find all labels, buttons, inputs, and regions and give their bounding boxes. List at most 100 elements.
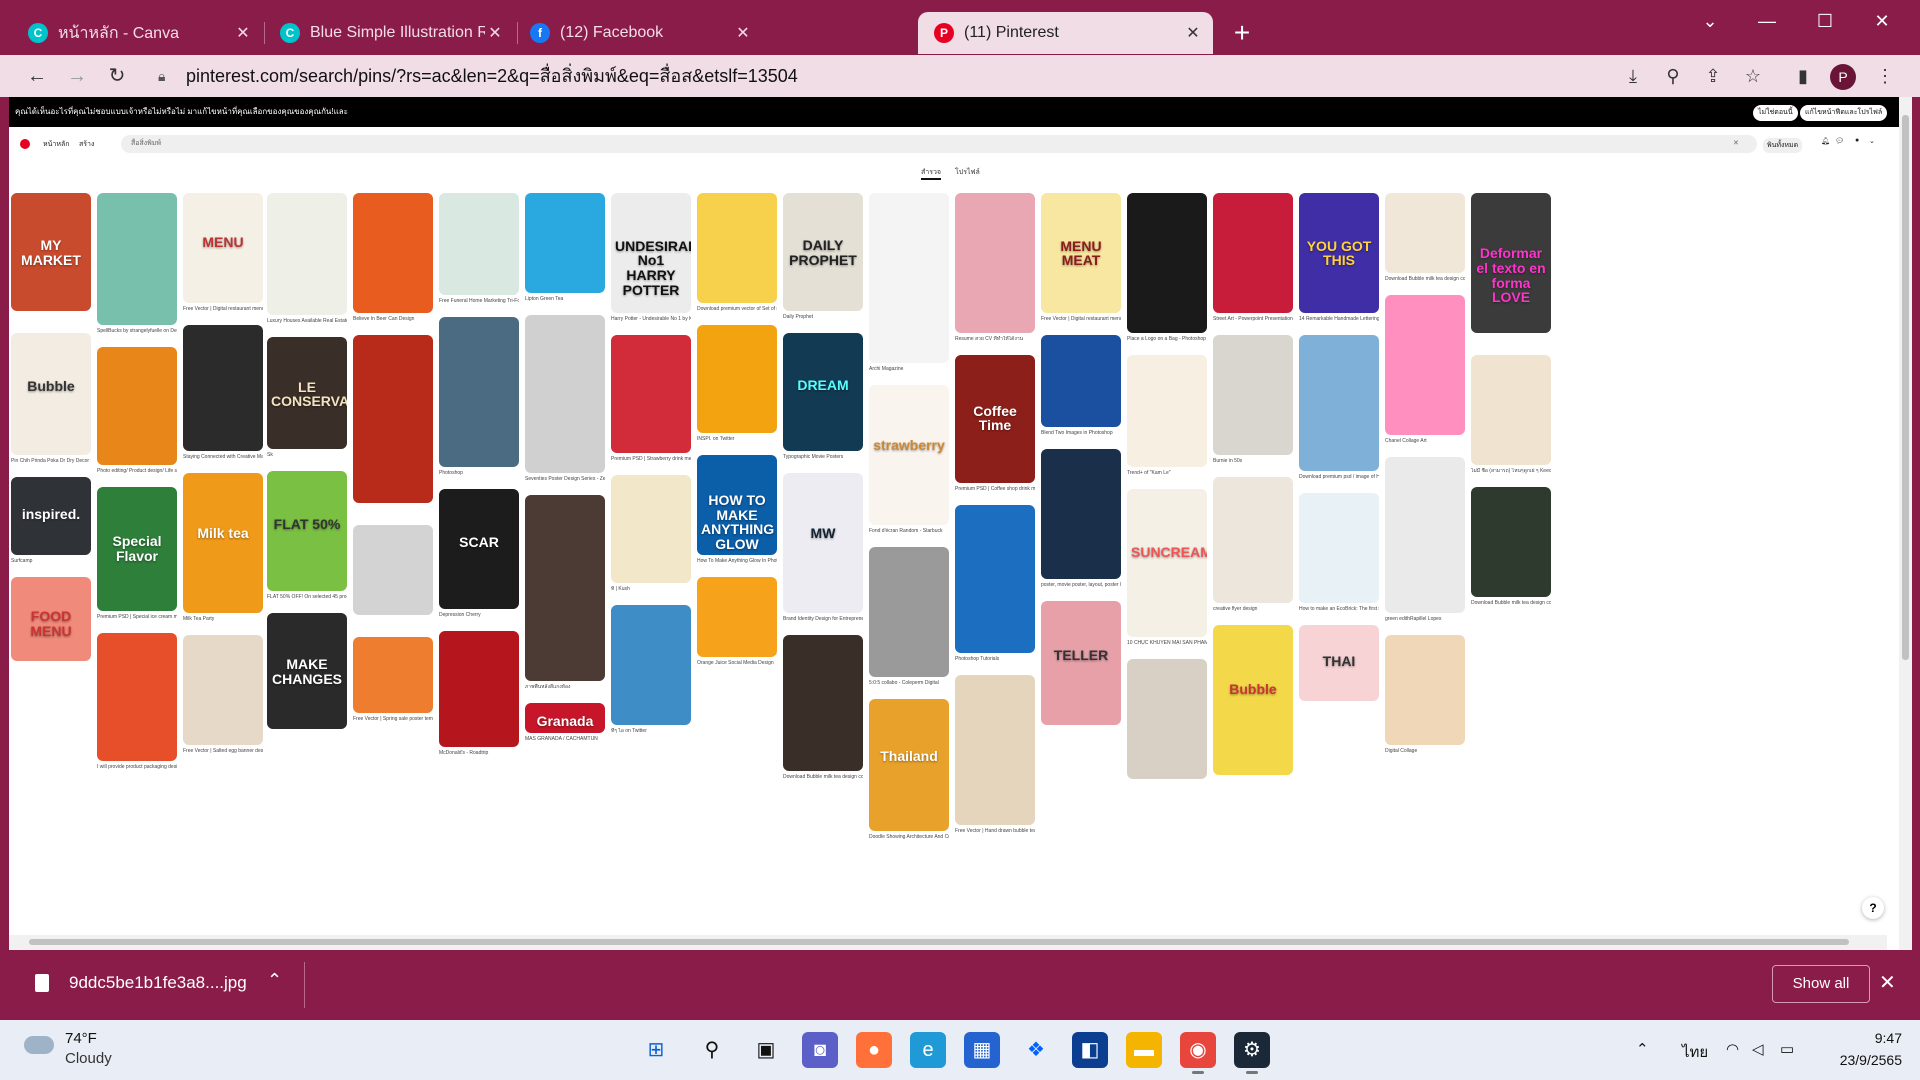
pin-card[interactable]: DAILY PROPHET xyxy=(783,193,863,311)
scrollbar-thumb[interactable] xyxy=(1902,115,1909,660)
tab-explore[interactable]: สำรวจ xyxy=(921,167,941,180)
pin-caption[interactable]: Photoshop xyxy=(439,470,519,476)
close-window-button[interactable]: ✕ xyxy=(1857,8,1907,34)
close-icon[interactable]: ✕ xyxy=(1879,970,1896,995)
clear-search-icon[interactable]: ✕ xyxy=(1733,135,1739,153)
pin-card[interactable] xyxy=(1127,355,1207,467)
pin-card[interactable]: SUNCREAM xyxy=(1127,489,1207,637)
pin-card[interactable]: strawberry xyxy=(869,385,949,525)
pin-card[interactable]: MY MARKET xyxy=(11,193,91,311)
search-input[interactable]: สื่อสิ่งพิมพ์ ✕ xyxy=(121,135,1757,153)
tab-canva-design[interactable]: C Blue Simple Illustration Romance ✕ xyxy=(270,12,515,54)
pin-card[interactable]: Bubble xyxy=(11,333,91,455)
pin-caption[interactable]: Download Bubble milk tea design collecti… xyxy=(1385,276,1465,282)
pin-caption[interactable]: ทีๆ ไอ on Twitter xyxy=(611,728,691,734)
pin-caption[interactable]: Orange Juice Social Media Design xyxy=(697,660,777,666)
weather-temperature[interactable]: 74°F xyxy=(65,1030,97,1047)
pin-caption[interactable]: 14 Remarkable Handmade Lettering and Typ… xyxy=(1299,316,1379,322)
pin-caption[interactable]: Surfcamp xyxy=(11,558,91,564)
pin-card[interactable]: LE CONSERVATOIRE xyxy=(267,337,347,449)
pin-card[interactable] xyxy=(1471,355,1551,465)
pin-caption[interactable]: Brand Identity Design for Entrepreneurs … xyxy=(783,616,863,622)
pin-card[interactable] xyxy=(1127,193,1207,333)
pin-caption[interactable]: Milk Tea Party xyxy=(183,616,263,622)
pin-caption[interactable]: Free Vector | Salted egg banner design w… xyxy=(183,748,263,754)
pin-caption[interactable]: Doodle Showing Architecture And Culture … xyxy=(869,834,949,840)
pin-card[interactable] xyxy=(353,335,433,503)
close-icon[interactable]: ✕ xyxy=(733,23,753,43)
pin-card[interactable] xyxy=(1385,193,1465,273)
filter-dropdown[interactable]: พินทั้งหมด xyxy=(1763,138,1803,153)
pin-card[interactable]: HOW TO MAKE ANYTHING GLOW xyxy=(697,455,777,555)
pin-card[interactable] xyxy=(869,547,949,677)
battery-icon[interactable]: ▭ xyxy=(1780,1040,1794,1058)
download-file-name[interactable]: 9ddc5be1b1fe3a8....jpg xyxy=(69,973,247,993)
pin-card[interactable]: inspired. xyxy=(11,477,91,555)
tab-pinterest[interactable]: P (11) Pinterest ✕ xyxy=(918,12,1213,54)
nav-create[interactable]: สร้าง xyxy=(79,139,94,150)
pin-caption[interactable]: Free Funeral Home Marketing Tri-Fold Bro… xyxy=(439,298,519,304)
pin-caption[interactable]: Download Bubble milk tea design collecti… xyxy=(1471,600,1551,606)
pin-card[interactable] xyxy=(1385,457,1465,613)
pin-card[interactable]: Coffee Time xyxy=(955,355,1035,483)
pin-caption[interactable]: green edithRapillel Lopes xyxy=(1385,616,1465,622)
pin-card[interactable] xyxy=(1299,493,1379,603)
pin-caption[interactable]: ภาพพื้นหลังสีแกงห้อง xyxy=(525,684,605,690)
pin-card[interactable]: SCAR xyxy=(439,489,519,609)
file-explorer-icon[interactable]: ▬ xyxy=(1126,1032,1162,1068)
pin-caption[interactable]: INSPI. on Twitter xyxy=(697,436,777,442)
chevron-up-icon[interactable]: ⌃ xyxy=(267,970,282,991)
pin-card[interactable]: MAKE CHANGES xyxy=(267,613,347,729)
pin-card[interactable] xyxy=(1213,477,1293,603)
bookmark-star-icon[interactable]: ☆ xyxy=(1736,59,1770,93)
pin-card[interactable]: Granada xyxy=(525,703,605,733)
pin-caption[interactable]: Free Vector | Spring sale poster templat… xyxy=(353,716,433,722)
steam-icon[interactable]: ⚙ xyxy=(1234,1032,1270,1074)
pin-card[interactable] xyxy=(955,193,1035,333)
close-icon[interactable]: ✕ xyxy=(485,23,505,43)
weather-condition[interactable]: Cloudy xyxy=(65,1050,112,1067)
pin-card[interactable] xyxy=(611,605,691,725)
back-button[interactable]: ← xyxy=(20,59,54,93)
pin-card[interactable]: FOOD MENU xyxy=(11,577,91,661)
pin-caption[interactable]: Trend+ of "Kam Le" xyxy=(1127,470,1207,476)
pin-caption[interactable]: Staying Connected with Creative Marketin… xyxy=(183,454,263,460)
pin-card[interactable]: MENU MEAT xyxy=(1041,193,1121,313)
pin-caption[interactable]: Free Vector | Hand drawn bubble tea flav… xyxy=(955,828,1035,834)
pin-card[interactable]: Thailand xyxy=(869,699,949,831)
clock-time[interactable]: 9:47 xyxy=(1840,1030,1902,1046)
pin-card[interactable] xyxy=(97,193,177,325)
profile-avatar[interactable]: P xyxy=(1830,64,1856,90)
pin-card[interactable] xyxy=(1299,335,1379,471)
pin-caption[interactable]: 10 CHỤC KHUYẾN MẠI SAN PHẨM Ở SHOP NHỮ T… xyxy=(1127,640,1207,646)
pin-card[interactable] xyxy=(1041,449,1121,579)
dropbox-icon[interactable]: ❖ xyxy=(1018,1032,1054,1068)
pin-caption[interactable]: creative flyer design xyxy=(1213,606,1293,612)
pin-caption[interactable]: Premium PSD | Special ice cream menu pro… xyxy=(97,614,177,620)
pin-card[interactable] xyxy=(439,193,519,295)
pin-card[interactable] xyxy=(97,347,177,465)
banner-dismiss-button[interactable]: ไม่ใช่ตอนนี้ xyxy=(1753,105,1798,121)
pin-caption[interactable]: Download premium psd / image of Hand dra… xyxy=(1299,474,1379,480)
volume-icon[interactable]: ◁ xyxy=(1752,1040,1764,1058)
pin-caption[interactable]: Free Vector | Digital restaurant menu te… xyxy=(183,306,263,312)
pin-caption[interactable]: ทิ | Kush xyxy=(611,586,691,592)
pin-caption[interactable]: Burnie in 50s xyxy=(1213,458,1293,464)
profile-icon[interactable]: ● xyxy=(1855,137,1859,144)
pin-caption[interactable]: How to make an EcoBrick: The first step … xyxy=(1299,606,1379,612)
install-app-icon[interactable]: ⤓ xyxy=(1616,59,1650,93)
pin-caption[interactable]: ไม่มี ชื่อ (สามารถ) ไหนๆดูกเย่ ๆ Keeo xyxy=(1471,468,1551,474)
pin-card[interactable]: TELLER xyxy=(1041,601,1121,725)
pin-caption[interactable]: Fond d'écran Random - Starbuck xyxy=(869,528,949,534)
pin-card[interactable]: UNDESIRABLE No1 HARRY POTTER xyxy=(611,193,691,313)
edge-icon[interactable]: e xyxy=(910,1032,946,1068)
pin-caption[interactable]: poster, movie poster, layout, poster lay… xyxy=(1041,582,1121,588)
pin-caption[interactable]: Pin Chih Prinda Poka Dr Dry Decor Ideas … xyxy=(11,458,91,464)
pin-card[interactable] xyxy=(783,635,863,771)
pin-caption[interactable]: Archi Magazine xyxy=(869,366,949,372)
pin-caption[interactable]: Typographic Movie Posters xyxy=(783,454,863,460)
pin-caption[interactable]: Blend Two Images in Photoshop xyxy=(1041,430,1121,436)
tab-canva-home[interactable]: C หน้าหลัก - Canva ✕ xyxy=(18,12,263,54)
store-icon[interactable]: ▦ xyxy=(964,1032,1000,1068)
pin-caption[interactable]: How To Make Anything Glow In Photoshop xyxy=(697,558,777,564)
